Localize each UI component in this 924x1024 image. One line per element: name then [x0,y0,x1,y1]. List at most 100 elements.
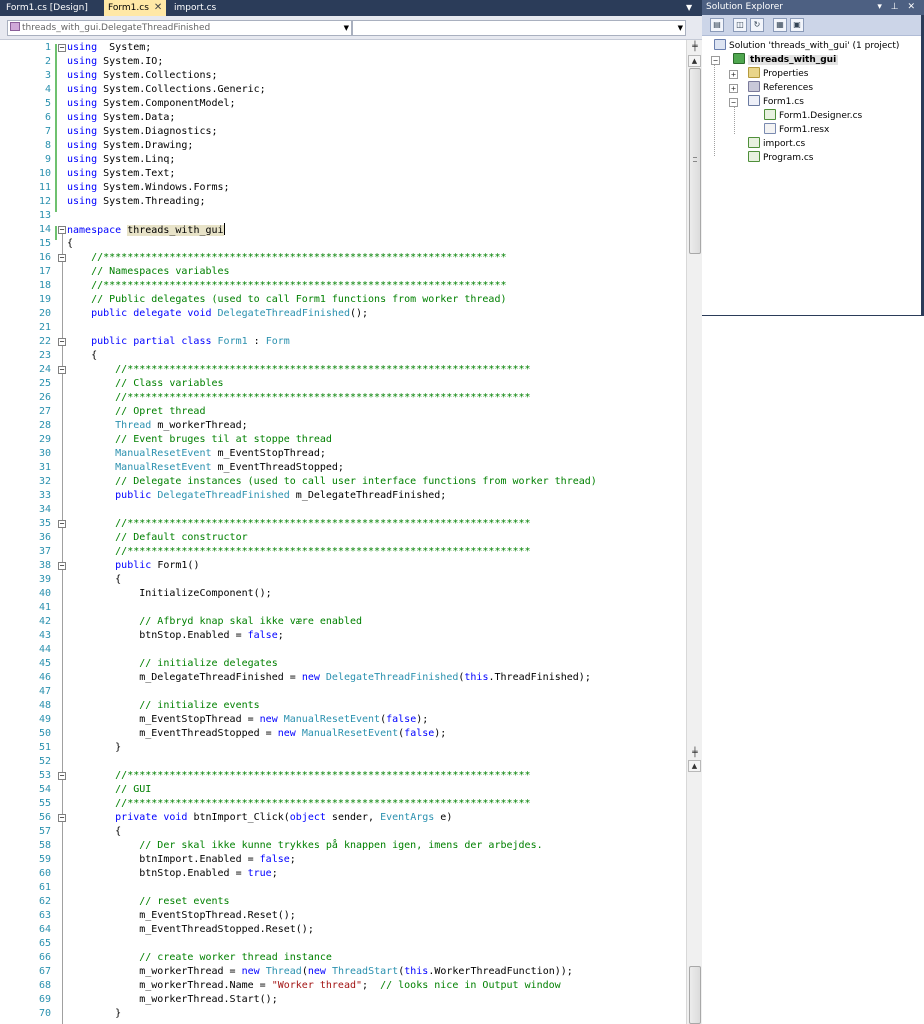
code-line[interactable]: 64 m_EventThreadStopped.Reset(); [0,923,686,937]
code-line[interactable]: 9 using System.Linq; [0,153,686,167]
collapse-region-icon[interactable]: − [58,520,66,528]
code-line[interactable]: 4 using System.Collections.Generic; [0,83,686,97]
code-line[interactable]: 58 // Der skal ikke kunne trykkes på kna… [0,839,686,853]
tree-item-properties[interactable]: Properties [748,67,808,81]
code-line[interactable]: 50 m_EventThreadStopped = new ManualRese… [0,727,686,741]
member-dropdown[interactable]: ▼ [352,20,686,36]
scroll-thumb[interactable] [689,68,701,254]
code-line[interactable]: 38− public Form1() [0,559,686,573]
chevron-down-icon[interactable]: ▼ [686,3,696,13]
code-line[interactable]: 37 //***********************************… [0,545,686,559]
tree-item-import[interactable]: import.cs [748,137,805,151]
show-all-files-icon[interactable]: ◫ [733,18,747,32]
code-line[interactable]: 52 [0,755,686,769]
tab-import-cs[interactable]: import.cs [170,0,220,16]
code-line[interactable]: 42 // Afbryd knap skal ikke være enabled [0,615,686,629]
code-line[interactable]: 26 //***********************************… [0,391,686,405]
split-handle-icon[interactable]: ╪ [689,748,701,758]
code-line[interactable]: 54 // GUI [0,783,686,797]
code-line[interactable]: 13 [0,209,686,223]
code-line[interactable]: 45 // initialize delegates [0,657,686,671]
code-line[interactable]: 70 } [0,1007,686,1021]
tree-item-solution[interactable]: Solution 'threads_with_gui' (1 project) [714,39,899,53]
code-line[interactable]: 60 btnStop.Enabled = true; [0,867,686,881]
code-line[interactable]: 18 //***********************************… [0,279,686,293]
collapse-region-icon[interactable]: − [58,366,66,374]
code-line[interactable]: 49 m_EventStopThread = new ManualResetEv… [0,713,686,727]
code-line[interactable]: 47 [0,685,686,699]
code-line[interactable]: 33 public DelegateThreadFinished m_Deleg… [0,489,686,503]
code-line[interactable]: 19 // Public delegates (used to call For… [0,293,686,307]
code-line[interactable]: 55 //***********************************… [0,797,686,811]
code-line[interactable]: 27 // Opret thread [0,405,686,419]
expand-icon[interactable]: + [729,84,738,93]
scroll-up-button[interactable]: ▲ [688,55,701,67]
code-line[interactable]: 65 [0,937,686,951]
code-line[interactable]: 48 // initialize events [0,699,686,713]
code-line[interactable]: 11 using System.Windows.Forms; [0,181,686,195]
code-line[interactable]: 6 using System.Data; [0,111,686,125]
code-line[interactable]: 32 // Delegate instances (used to call u… [0,475,686,489]
code-line[interactable]: 2 using System.IO; [0,55,686,69]
code-line[interactable]: 36 // Default constructor [0,531,686,545]
code-line[interactable]: 28 Thread m_workerThread; [0,419,686,433]
code-line[interactable]: 59 btnImport.Enabled = false; [0,853,686,867]
tree-item-form1-resx[interactable]: Form1.resx [764,123,829,137]
tree-item-program[interactable]: Program.cs [748,151,813,165]
code-line[interactable]: 63 m_EventStopThread.Reset(); [0,909,686,923]
refresh-icon[interactable]: ↻ [750,18,764,32]
code-line[interactable]: 3 using System.Collections; [0,69,686,83]
tree-item-project[interactable]: threads_with_gui [733,53,839,67]
type-dropdown[interactable]: threads_with_gui.DelegateThreadFinished … [7,20,352,36]
properties-icon[interactable]: ▤ [710,18,724,32]
code-line[interactable]: 5 using System.ComponentModel; [0,97,686,111]
code-line[interactable]: 51 } [0,741,686,755]
code-line[interactable]: 39 { [0,573,686,587]
code-line[interactable]: 40 InitializeComponent(); [0,587,686,601]
code-line[interactable]: 8 using System.Drawing; [0,139,686,153]
collapse-region-icon[interactable]: − [58,814,66,822]
scroll-up-button[interactable]: ▲ [688,760,701,772]
code-line[interactable]: 67 m_workerThread = new Thread(new Threa… [0,965,686,979]
collapse-region-icon[interactable]: − [58,562,66,570]
code-line[interactable]: 69 m_workerThread.Start(); [0,993,686,1007]
tab-form1-cs[interactable]: Form1.cs ✕ [104,0,167,16]
code-line[interactable]: 12 using System.Threading; [0,195,686,209]
code-line[interactable]: 25 // Class variables [0,377,686,391]
code-line[interactable]: 34 [0,503,686,517]
expand-icon[interactable]: + [729,70,738,79]
code-line[interactable]: 30 ManualResetEvent m_EventStopThread; [0,447,686,461]
code-line[interactable]: 7 using System.Diagnostics; [0,125,686,139]
code-line[interactable]: 17 // Namespaces variables [0,265,686,279]
code-line[interactable]: 66 // create worker thread instance [0,951,686,965]
code-line[interactable]: 57 { [0,825,686,839]
collapse-region-icon[interactable]: − [58,226,66,234]
code-line[interactable]: 35− //**********************************… [0,517,686,531]
tree-item-form1-designer[interactable]: Form1.Designer.cs [764,109,862,123]
split-handle-icon[interactable]: ╪ [689,42,701,52]
code-line[interactable]: 14− namespace threads_with_gui [0,223,686,237]
code-line[interactable]: 15 { [0,237,686,251]
code-line[interactable]: 24− //**********************************… [0,363,686,377]
collapse-icon[interactable]: − [711,56,720,65]
tab-form1-design[interactable]: Form1.cs [Design] [2,0,92,16]
collapse-region-icon[interactable]: − [58,44,66,52]
code-line[interactable]: 44 [0,643,686,657]
code-line[interactable]: 68 m_workerThread.Name = "Worker thread"… [0,979,686,993]
code-line[interactable]: 16− //**********************************… [0,251,686,265]
collapse-region-icon[interactable]: − [58,254,66,262]
collapse-icon[interactable]: − [729,98,738,107]
code-line[interactable]: 46 m_DelegateThreadFinished = new Delega… [0,671,686,685]
code-line[interactable]: 31 ManualResetEvent m_EventThreadStopped… [0,461,686,475]
code-line[interactable]: 21 [0,321,686,335]
code-editor[interactable]: 1− using System; 2 using System.IO; 3 using S… [0,40,686,1024]
collapse-region-icon[interactable]: − [58,338,66,346]
code-line[interactable]: 56− private void btnImport_Click(object … [0,811,686,825]
view-designer-icon[interactable]: ▣ [790,18,804,32]
code-line[interactable]: 10 using System.Text; [0,167,686,181]
view-code-icon[interactable]: ▦ [773,18,787,32]
code-line[interactable]: 22− public partial class Form1 : Form [0,335,686,349]
collapse-region-icon[interactable]: − [58,772,66,780]
tree-item-form1[interactable]: Form1.cs [748,95,804,109]
scroll-thumb[interactable] [689,966,701,1024]
